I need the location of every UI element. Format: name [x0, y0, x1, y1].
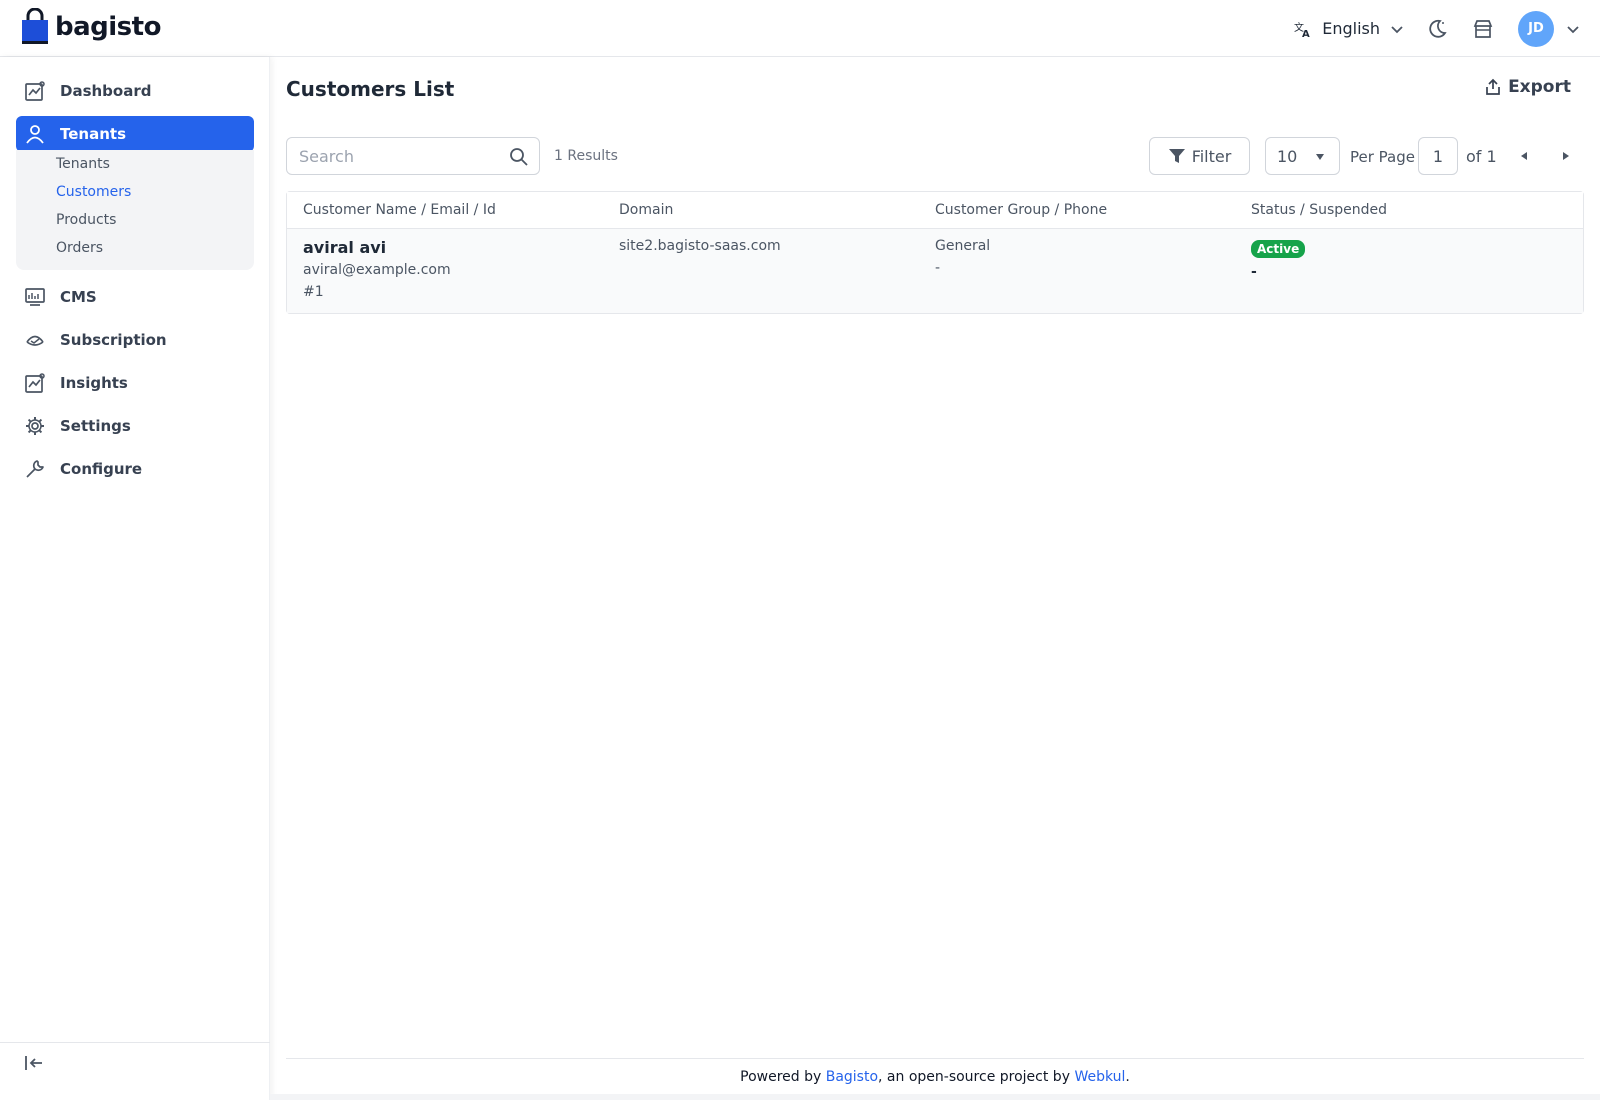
brand-name: bagisto — [55, 12, 161, 42]
submenu-item-customers[interactable]: Customers — [56, 184, 131, 200]
storefront-button[interactable] — [1472, 18, 1494, 40]
sidebar-item-label: Dashboard — [60, 82, 152, 100]
filter-icon — [1168, 149, 1185, 163]
export-icon — [1486, 78, 1500, 95]
bagisto-logo[interactable]: bagisto — [21, 8, 161, 46]
status-badge: Active — [1251, 240, 1306, 258]
previous-page-button[interactable] — [1518, 149, 1530, 167]
table-row[interactable]: aviral avi aviral@example.com #1 site2.b… — [287, 229, 1583, 313]
footer-suffix: . — [1125, 1069, 1130, 1085]
top-header: bagisto 文 A English JD — [0, 0, 1600, 57]
current-page-input[interactable]: 1 — [1418, 137, 1458, 175]
cell-domain: site2.bagisto-saas.com — [603, 229, 919, 313]
column-header-status[interactable]: Status / Suspended — [1235, 202, 1551, 218]
sidebar-item-cms[interactable]: CMS — [16, 279, 254, 315]
cell-customer: aviral avi aviral@example.com #1 — [287, 229, 603, 313]
dashboard-icon — [25, 81, 45, 101]
gear-icon — [26, 417, 44, 435]
sidebar-item-label: Subscription — [60, 331, 167, 349]
dark-mode-toggle[interactable] — [1426, 18, 1448, 40]
footer-prefix: Powered by — [740, 1069, 826, 1085]
subscription-icon — [26, 335, 44, 346]
cms-icon — [25, 288, 45, 306]
table-header: Customer Name / Email / Id Domain Custom… — [287, 192, 1583, 229]
customer-id: #1 — [303, 284, 324, 300]
cell-status: Active - — [1235, 229, 1551, 313]
datagrid-toolbar: 1 Results Filter 10 Per Page 1 of 1 — [286, 137, 1584, 175]
svg-text:A: A — [1302, 29, 1310, 38]
sidebar-item-label: CMS — [60, 288, 97, 306]
moon-icon — [1429, 19, 1447, 38]
search-input[interactable] — [287, 138, 487, 174]
wrench-icon — [26, 460, 44, 478]
page-title: Customers List — [286, 77, 455, 101]
cell-group: General - — [919, 229, 1235, 313]
footer-strip — [270, 1094, 1600, 1100]
filter-button[interactable]: Filter — [1149, 137, 1250, 175]
chevron-down-icon — [1391, 25, 1403, 33]
avatar[interactable]: JD — [1518, 10, 1554, 47]
insights-icon — [25, 373, 45, 393]
sidebar-item-subscription[interactable]: Subscription — [16, 322, 254, 358]
search-icon[interactable] — [509, 147, 529, 167]
sidebar-collapse-bar — [0, 1042, 270, 1100]
total-pages-label: of 1 — [1466, 147, 1497, 166]
sidebar-item-configure[interactable]: Configure — [16, 451, 254, 487]
bagisto-link[interactable]: Bagisto — [826, 1069, 878, 1085]
export-button[interactable]: Export — [1484, 77, 1571, 97]
caret-down-icon — [1316, 154, 1324, 160]
sidebar-item-tenants[interactable]: Tenants — [16, 116, 254, 152]
sidebar-item-label: Tenants — [60, 125, 126, 143]
filter-label: Filter — [1191, 146, 1232, 166]
language-label: English — [1322, 19, 1380, 38]
chevron-down-icon — [1567, 25, 1579, 33]
customer-group: General — [935, 238, 991, 254]
translate-icon: 文 A — [1294, 21, 1310, 38]
sidebar-item-settings[interactable]: Settings — [16, 408, 254, 444]
sidebar-item-label: Settings — [60, 417, 131, 435]
search-box — [286, 137, 540, 175]
sidebar: Dashboard Tenants Tenants Customers Prod… — [0, 57, 270, 1100]
submenu-item-products[interactable]: Products — [56, 212, 116, 228]
collapse-left-icon — [25, 1056, 42, 1070]
column-header-domain[interactable]: Domain — [603, 202, 919, 218]
results-count: 1 Results — [554, 148, 618, 164]
caret-left-icon — [1521, 152, 1527, 160]
account-menu-toggle[interactable] — [1566, 22, 1580, 36]
sidebar-item-label: Insights — [60, 374, 128, 392]
customer-phone: - — [935, 260, 941, 276]
caret-right-icon — [1563, 152, 1569, 160]
webkul-link[interactable]: Webkul — [1074, 1069, 1125, 1085]
language-switcher[interactable]: 文 A English — [1294, 19, 1404, 38]
customers-table: Customer Name / Email / Id Domain Custom… — [286, 191, 1584, 314]
per-page-value: 10 — [1277, 146, 1298, 166]
store-icon — [1473, 19, 1493, 38]
sidebar-item-label: Configure — [60, 460, 143, 478]
per-page-select[interactable]: 10 — [1265, 137, 1340, 175]
next-page-button[interactable] — [1560, 149, 1572, 167]
shopping-bag-icon — [22, 8, 48, 44]
user-icon — [26, 125, 44, 144]
suspended-value: - — [1251, 264, 1257, 280]
sidebar-item-dashboard[interactable]: Dashboard — [16, 73, 254, 109]
submenu-item-orders[interactable]: Orders — [56, 240, 103, 256]
sidebar-item-insights[interactable]: Insights — [16, 365, 254, 401]
per-page-label: Per Page — [1350, 148, 1415, 166]
collapse-sidebar-button[interactable] — [24, 1053, 44, 1077]
column-header-customer[interactable]: Customer Name / Email / Id — [287, 202, 603, 218]
customer-domain: site2.bagisto-saas.com — [619, 238, 781, 254]
footer-middle: , an open-source project by — [878, 1069, 1075, 1085]
tenants-submenu: Tenants Customers Products Orders — [16, 150, 254, 270]
export-label: Export — [1508, 77, 1571, 97]
customer-name: aviral avi — [303, 238, 387, 257]
submenu-item-tenants[interactable]: Tenants — [56, 156, 110, 172]
customer-email: aviral@example.com — [303, 262, 451, 278]
column-header-group[interactable]: Customer Group / Phone — [919, 202, 1235, 218]
